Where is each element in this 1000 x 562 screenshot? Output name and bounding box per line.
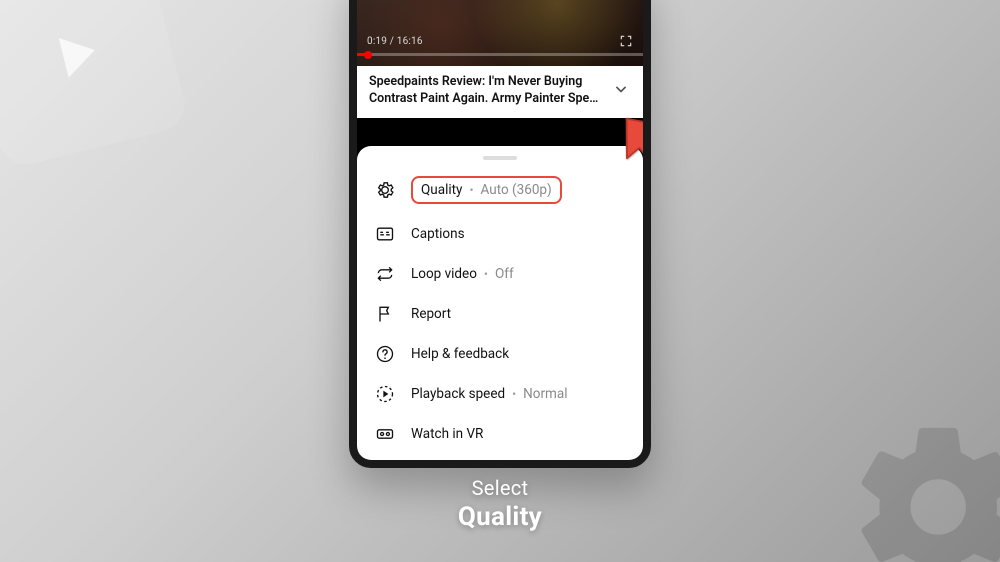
menu-item-speed[interactable]: Playback speed • Normal — [357, 374, 643, 414]
menu-item-captions[interactable]: Captions — [357, 214, 643, 254]
separator-dot: • — [484, 267, 488, 281]
video-player[interactable]: 0:19 / 16:16 — [357, 0, 643, 66]
speed-label: Playback speed — [411, 386, 505, 402]
loop-label: Loop video — [411, 266, 477, 282]
quality-value: Auto (360p) — [481, 182, 552, 198]
stage: 0:19 / 16:16 Speedpaints Review: I'm Nev… — [0, 0, 1000, 562]
loop-icon — [375, 264, 395, 284]
watermark-play-tile — [0, 0, 190, 170]
menu-item-quality[interactable]: Quality • Auto (360p) — [357, 166, 643, 214]
play-icon — [33, 13, 118, 98]
captions-label: Captions — [411, 226, 465, 242]
gear-icon — [375, 180, 395, 200]
menu-item-loop[interactable]: Loop video • Off — [357, 254, 643, 294]
phone-frame: 0:19 / 16:16 Speedpaints Review: I'm Nev… — [349, 0, 651, 468]
caption-line-2: Quality — [0, 502, 1000, 532]
vr-label: Watch in VR — [411, 426, 483, 442]
playback-time: 0:19 / 16:16 — [367, 36, 423, 47]
progress-bar[interactable] — [357, 53, 643, 56]
video-title-row[interactable]: Speedpaints Review: I'm Never Buying Con… — [357, 66, 643, 118]
separator-dot: • — [469, 183, 473, 197]
chevron-down-icon[interactable] — [611, 79, 631, 103]
vr-icon — [375, 424, 395, 444]
quality-highlight: Quality • Auto (360p) — [411, 176, 562, 204]
fullscreen-icon[interactable] — [619, 34, 633, 48]
speed-value: Normal — [523, 386, 567, 402]
settings-sheet: Quality • Auto (360p) Captions Loop vide… — [357, 146, 643, 460]
loop-value: Off — [495, 266, 514, 282]
report-label: Report — [411, 306, 451, 322]
video-title: Speedpaints Review: I'm Never Buying Con… — [369, 74, 607, 108]
menu-item-help[interactable]: Help & feedback — [357, 334, 643, 374]
menu-item-report[interactable]: Report — [357, 294, 643, 334]
quality-label: Quality — [421, 182, 462, 198]
help-icon — [375, 344, 395, 364]
drag-handle[interactable] — [483, 156, 517, 160]
help-label: Help & feedback — [411, 346, 509, 362]
flag-icon — [375, 304, 395, 324]
captions-icon — [375, 224, 395, 244]
instruction-caption: Select Quality — [0, 476, 1000, 532]
play-speed-icon — [375, 384, 395, 404]
caption-line-1: Select — [0, 476, 1000, 500]
separator-dot: • — [512, 387, 516, 401]
menu-item-vr[interactable]: Watch in VR — [357, 414, 643, 454]
